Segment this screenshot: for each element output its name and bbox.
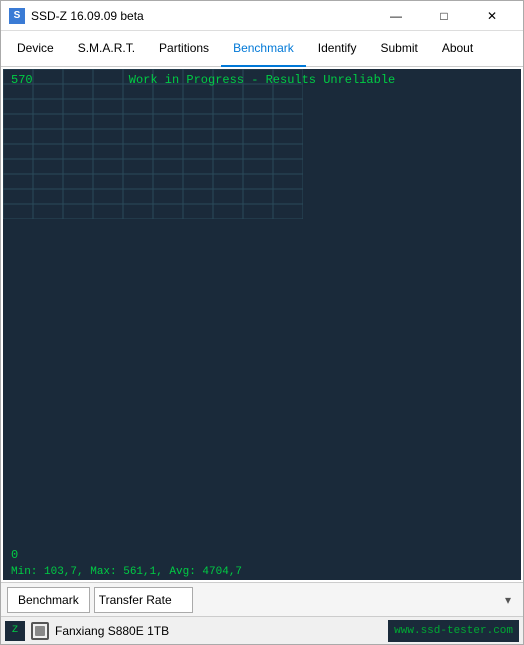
benchmark-chart: 570 Work in Progress - Results Unreliabl…	[3, 69, 521, 580]
tab-device[interactable]: Device	[5, 31, 66, 67]
status-icon-letter: Z	[12, 625, 18, 636]
close-button[interactable]: ✕	[469, 1, 515, 31]
main-window: S SSD-Z 16.09.09 beta — □ ✕ Device S.M.A…	[0, 0, 524, 645]
chart-y-min: 0	[11, 548, 18, 562]
chart-grid	[3, 69, 303, 219]
app-icon: S	[9, 8, 25, 24]
tab-smart[interactable]: S.M.A.R.T.	[66, 31, 147, 67]
chart-notice: Work in Progress - Results Unreliable	[129, 73, 395, 87]
drive-icon	[31, 622, 49, 640]
bottom-toolbar: Benchmark Transfer Rate Read Speed Write…	[1, 582, 523, 616]
status-drive-info: Fanxiang S880E 1TB	[31, 622, 382, 640]
benchmark-button[interactable]: Benchmark	[7, 587, 90, 613]
tab-about[interactable]: About	[430, 31, 485, 67]
minimize-button[interactable]: —	[373, 1, 419, 31]
drive-name: Fanxiang S880E 1TB	[55, 624, 169, 638]
chart-y-max: 570	[11, 73, 33, 87]
menubar: Device S.M.A.R.T. Partitions Benchmark I…	[1, 31, 523, 67]
window-controls: — □ ✕	[373, 1, 515, 31]
app-icon-letter: S	[14, 10, 21, 21]
tab-identify[interactable]: Identify	[306, 31, 369, 67]
titlebar: S SSD-Z 16.09.09 beta — □ ✕	[1, 1, 523, 31]
window-title: SSD-Z 16.09.09 beta	[31, 9, 373, 23]
statusbar: Z Fanxiang S880E 1TB www.ssd-tester.com	[1, 616, 523, 644]
maximize-button[interactable]: □	[421, 1, 467, 31]
tab-partitions[interactable]: Partitions	[147, 31, 221, 67]
tab-benchmark[interactable]: Benchmark	[221, 31, 306, 67]
status-app-icon: Z	[5, 621, 25, 641]
status-website: www.ssd-tester.com	[388, 620, 519, 642]
metric-select-wrapper: Transfer Rate Read Speed Write Speed Acc…	[94, 587, 517, 613]
metric-select[interactable]: Transfer Rate Read Speed Write Speed Acc…	[94, 587, 193, 613]
tab-submit[interactable]: Submit	[368, 31, 429, 67]
chart-stats: Min: 103,7, Max: 561,1, Avg: 4704,7	[11, 566, 242, 578]
